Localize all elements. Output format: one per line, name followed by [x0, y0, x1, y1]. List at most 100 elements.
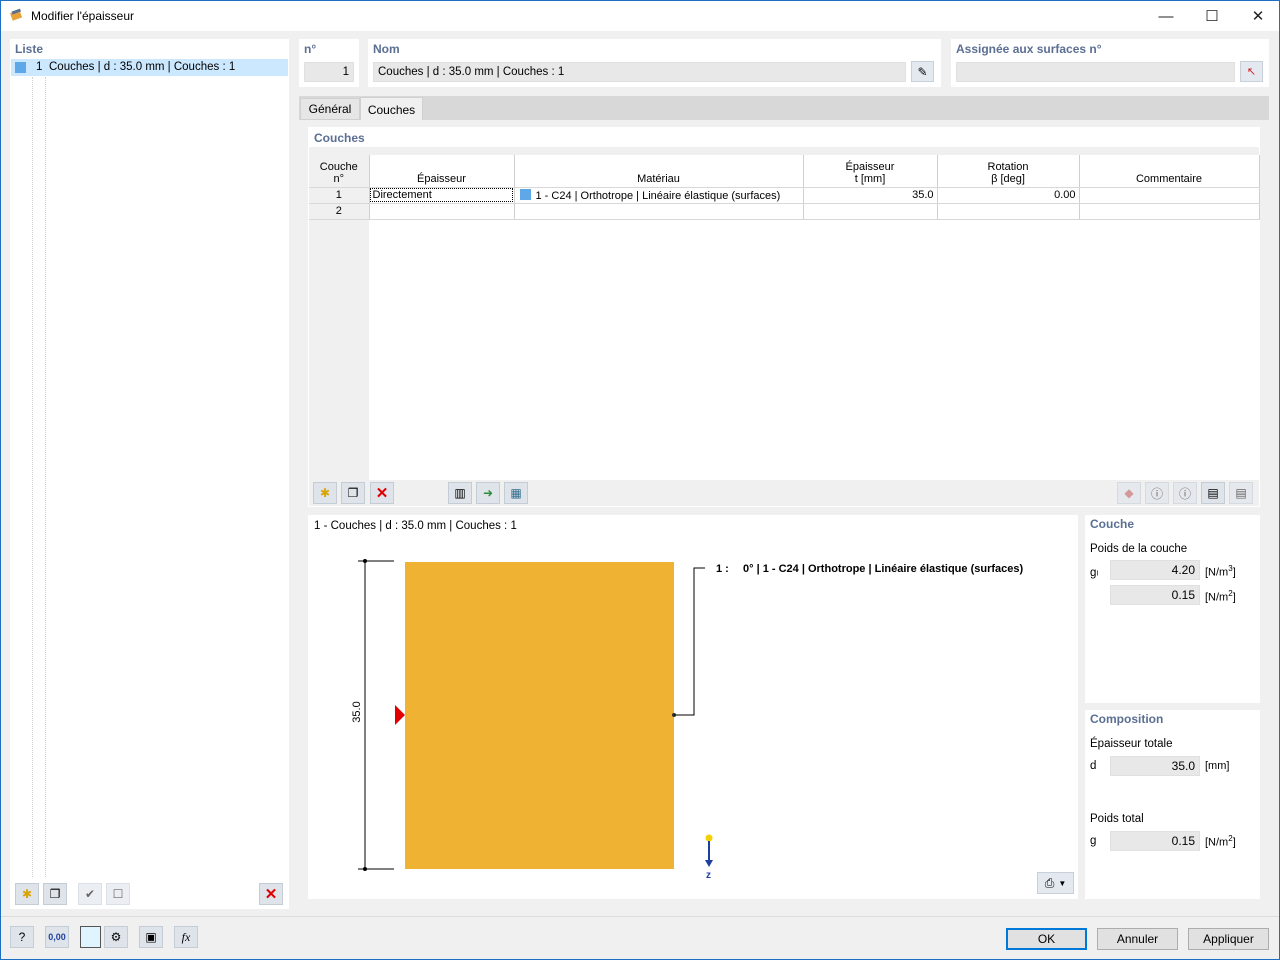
- number-section: n° 1: [299, 39, 359, 87]
- list-item[interactable]: 1 Couches | d : 35.0 mm | Couches : 1: [11, 59, 288, 76]
- units-button[interactable]: 0,00: [45, 926, 69, 948]
- cell-material[interactable]: [514, 203, 804, 220]
- formula-button[interactable]: fx: [174, 926, 198, 948]
- total-thickness-label: Épaisseur totale: [1090, 738, 1173, 750]
- display-settings-button[interactable]: ⚙: [104, 926, 128, 948]
- export-icon: ▦: [510, 486, 522, 500]
- couche-header: Couche: [1090, 517, 1135, 531]
- delete-layer-button[interactable]: ✕: [370, 482, 394, 504]
- view-icon: ▣: [145, 930, 157, 944]
- tab-general[interactable]: Général: [300, 98, 360, 120]
- layer-weight-area-unit: [N/m2]: [1205, 589, 1236, 604]
- help-icon: ?: [18, 930, 26, 944]
- col-header-thickness-type: Épaisseur: [369, 155, 515, 188]
- cell-thickness[interactable]: 35.0: [803, 187, 938, 204]
- number-header: n°: [304, 42, 317, 56]
- cell-comment[interactable]: [1079, 187, 1260, 204]
- layer-label-number: 1 :: [716, 563, 729, 575]
- name-field[interactable]: Couches | d : 35.0 mm | Couches : 1: [373, 62, 906, 82]
- d-symbol: d: [1090, 760, 1097, 772]
- table-import-icon: ▤: [1235, 486, 1247, 500]
- printer-icon: ⎙: [1044, 875, 1055, 890]
- edit-pencil-icon: ✎: [917, 64, 928, 79]
- delete-thickness-button[interactable]: ✕: [259, 883, 283, 905]
- print-button[interactable]: ⎙ ▼: [1037, 872, 1074, 894]
- select-surfaces-button[interactable]: ↖: [1240, 61, 1263, 82]
- composition-panel: Composition Épaisseur totale d 35.0 [mm]…: [1085, 710, 1260, 899]
- table-export-button[interactable]: ▤: [1201, 482, 1225, 504]
- cell-layer-no: 1: [309, 187, 370, 204]
- assigned-surfaces-field[interactable]: [956, 62, 1235, 82]
- layers-icon: ◆: [1124, 486, 1134, 500]
- info-icon: ⓘ: [1150, 486, 1163, 501]
- dimension-label: 35.0: [351, 701, 363, 723]
- maximize-button[interactable]: ☐: [1189, 1, 1235, 31]
- info-button[interactable]: ⓘ: [1145, 482, 1169, 504]
- z-axis-arrow: [705, 860, 713, 867]
- copy-thickness-button[interactable]: ❐: [43, 883, 67, 905]
- material-color-swatch: [519, 188, 531, 200]
- close-window-button[interactable]: ✕: [1235, 1, 1280, 31]
- ok-button[interactable]: OK: [1006, 928, 1087, 950]
- list-item-color-swatch: [15, 62, 26, 73]
- col-header-comment: Commentaire: [1079, 155, 1260, 188]
- import-icon: ➜: [482, 486, 494, 500]
- assigned-section: Assignée aux surfaces n° ↖: [951, 39, 1269, 87]
- edit-name-button[interactable]: ✎: [911, 61, 934, 82]
- table-row[interactable]: 1 Directement 1 - C24 | Orthotrope | Lin…: [309, 187, 1260, 204]
- col-header-layer-no: Couche n°: [309, 155, 370, 188]
- layers-panel: Couches Couche n° Épaisseur Matériau Épai…: [308, 127, 1260, 507]
- export-button[interactable]: ▦: [504, 482, 528, 504]
- total-thickness-unit: [mm]: [1205, 760, 1230, 772]
- cell-thickness[interactable]: [803, 203, 938, 220]
- window-title: Modifier l'épaisseur: [31, 9, 135, 23]
- copy-row-icon: ❐: [347, 486, 359, 500]
- insert-layer-button[interactable]: ✱: [313, 482, 337, 504]
- layer-weight-area-field: 0.15: [1110, 585, 1200, 605]
- new-star-icon: ✱: [21, 887, 33, 901]
- table-import-button[interactable]: ▤: [1229, 482, 1253, 504]
- delete-x-icon: ✕: [264, 886, 278, 903]
- dimension-end-top: [363, 559, 367, 563]
- chevron-down-icon: ▼: [1058, 878, 1067, 888]
- color-picker-button[interactable]: [80, 926, 101, 948]
- cell-thickness-type[interactable]: [369, 203, 515, 220]
- axis-origin: [705, 834, 713, 842]
- couche-panel: Couche Poids de la couche gₗ 4.20 [N/m3]…: [1085, 515, 1260, 703]
- tab-couches[interactable]: Couches: [360, 97, 423, 121]
- import-button[interactable]: ➜: [476, 482, 500, 504]
- cell-material[interactable]: 1 - C24 | Orthotrope | Linéaire élastiqu…: [514, 187, 804, 204]
- layer-label-text: 0° | 1 - C24 | Orthotrope | Linéaire éla…: [743, 563, 1024, 575]
- uncheck-all-button[interactable]: ☐: [106, 883, 130, 905]
- number-field[interactable]: 1: [304, 62, 354, 82]
- cell-rotation[interactable]: 0.00: [937, 187, 1080, 204]
- list-item-label: Couches | d : 35.0 mm | Couches : 1: [49, 61, 236, 73]
- new-thickness-button[interactable]: ✱: [15, 883, 39, 905]
- decimal-units-icon: 0,00: [48, 932, 66, 942]
- cell-comment[interactable]: [1079, 203, 1260, 220]
- apply-button[interactable]: Appliquer: [1188, 928, 1269, 950]
- cell-thickness-type[interactable]: Directement: [369, 187, 515, 204]
- col-header-rotation: Rotation β [deg]: [937, 155, 1080, 188]
- library-button[interactable]: ▥: [448, 482, 472, 504]
- check-icon: ✔: [84, 887, 96, 901]
- cancel-button[interactable]: Annuler: [1097, 928, 1178, 950]
- help-button[interactable]: ?: [10, 926, 34, 948]
- display-icon: ⚙: [110, 930, 122, 944]
- pick-cursor-icon: ↖: [1246, 66, 1257, 78]
- view-button[interactable]: ▣: [139, 926, 163, 948]
- composition-header: Composition: [1090, 712, 1164, 726]
- layer-rect: [405, 562, 674, 869]
- check-all-button[interactable]: ✔: [78, 883, 102, 905]
- assigned-header: Assignée aux surfaces n°: [956, 42, 1102, 56]
- cell-rotation[interactable]: [937, 203, 1080, 220]
- table-row[interactable]: 2: [309, 203, 1260, 220]
- visualize-button[interactable]: ◆: [1117, 482, 1141, 504]
- info-details-button[interactable]: ⓘ: [1173, 482, 1197, 504]
- minimize-button[interactable]: —: [1143, 1, 1189, 31]
- insert-layer-copy-button[interactable]: ❐: [341, 482, 365, 504]
- bottom-separator: [1, 916, 1279, 917]
- layers-header: Couches: [314, 131, 365, 145]
- table-top-strip: [309, 147, 1259, 155]
- info-details-icon: ⓘ: [1178, 486, 1191, 501]
